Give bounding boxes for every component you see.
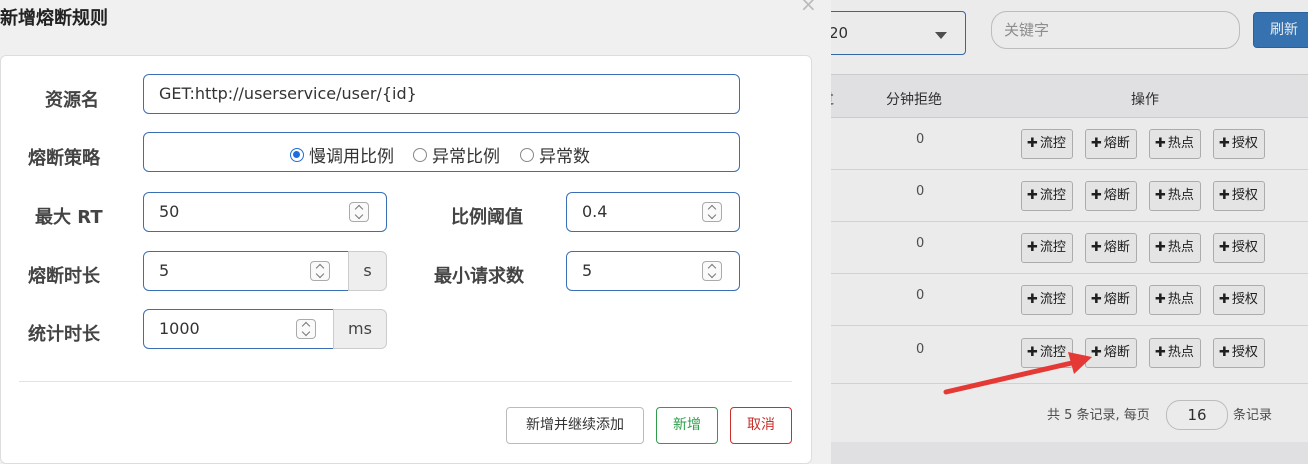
radio-checked-icon [290,148,304,162]
max-rt-label: 最大 RT [35,207,103,228]
radio-unchecked-icon [520,148,534,162]
spinner-icon[interactable] [702,202,722,222]
duration-label: 熔断时长 [28,266,100,287]
spinner-icon[interactable] [296,319,316,339]
radio-label: 慢调用比例 [309,147,394,167]
spinner-icon[interactable] [702,261,722,281]
degrade-rule-dialog: 新增熔断规则 × 资源名 GET:http://userservice/user… [0,0,831,464]
radio-unchecked-icon [413,148,427,162]
min-requests-label: 最小请求数 [434,266,524,287]
stat-interval-value: 1000 [159,319,200,338]
max-rt-input[interactable]: 50 [143,192,387,232]
min-requests-value: 5 [582,261,593,280]
radio-error-ratio[interactable]: 异常比例 [413,142,500,167]
spinner-icon[interactable] [310,261,330,281]
stat-interval-label: 统计时长 [28,324,100,345]
resource-label: 资源名 [45,90,99,111]
duration-unit: s [348,251,387,291]
ratio-input[interactable]: 0.4 [566,192,740,232]
radio-label: 异常数 [539,147,590,167]
max-rt-value: 50 [159,202,180,221]
stat-interval-unit: ms [333,309,387,349]
strategy-radio-group: 慢调用比例 异常比例 异常数 [143,132,740,172]
annotation-arrow-icon [943,352,1092,395]
ratio-label: 比例阈值 [451,207,523,228]
resource-input[interactable]: GET:http://userservice/user/{id} [143,74,740,114]
dialog-divider [19,381,792,382]
duration-input[interactable]: 5 [143,251,349,291]
cancel-button[interactable]: 取消 [730,407,792,444]
close-icon[interactable]: × [800,0,817,16]
radio-slow-ratio[interactable]: 慢调用比例 [290,142,394,167]
dialog-title: 新增熔断规则 [0,8,108,29]
radio-error-count[interactable]: 异常数 [520,142,590,167]
stat-interval-input[interactable]: 1000 [143,309,334,349]
duration-value: 5 [159,261,170,280]
radio-label: 异常比例 [432,147,500,167]
add-continue-button[interactable]: 新增并继续添加 [506,407,644,444]
add-button[interactable]: 新增 [656,407,718,444]
spinner-icon[interactable] [349,202,369,222]
min-requests-input[interactable]: 5 [566,251,740,291]
strategy-label: 熔断策略 [28,148,100,169]
ratio-value: 0.4 [582,202,608,221]
